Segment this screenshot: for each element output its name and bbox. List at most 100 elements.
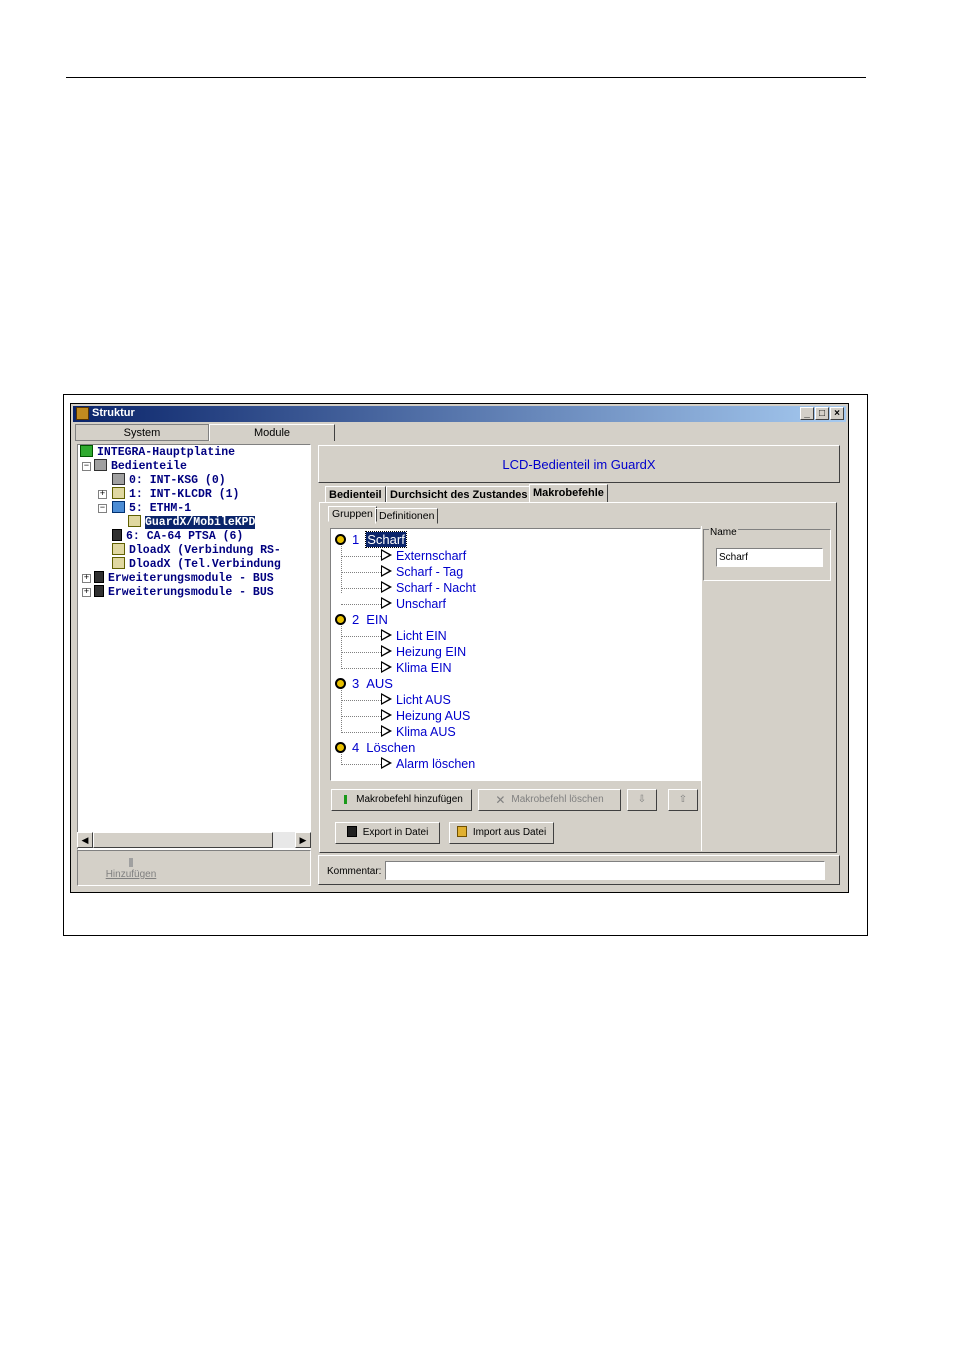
- tree-line: [341, 732, 381, 733]
- expand-icon[interactable]: +: [82, 588, 91, 597]
- keypad-icon: [112, 473, 125, 485]
- macro-item[interactable]: Klima AUS: [381, 724, 456, 740]
- minimize-button[interactable]: _: [800, 407, 814, 420]
- macro-group-2[interactable]: 2 EIN: [335, 612, 388, 628]
- tab-durchsicht[interactable]: Durchsicht des Zustandes: [386, 486, 532, 503]
- scroll-thumb[interactable]: [93, 832, 273, 848]
- import-button[interactable]: Import aus Datei: [449, 822, 554, 844]
- tab-system[interactable]: System: [75, 424, 209, 441]
- macro-item[interactable]: Licht AUS: [381, 692, 451, 708]
- tree-node-dloadx-rs[interactable]: DloadX (Verbindung RS-: [112, 543, 281, 557]
- collapse-icon[interactable]: −: [82, 462, 91, 471]
- tree-node-expanders-2[interactable]: Erweiterungsmodule - BUS: [94, 585, 274, 599]
- macro-arrow-icon: [381, 709, 392, 721]
- tree-node-ethm[interactable]: 5: ETHM-1: [112, 501, 191, 515]
- macro-item[interactable]: Heizung AUS: [381, 708, 470, 724]
- tree-line: [341, 636, 381, 637]
- tab-module[interactable]: Module: [209, 424, 335, 441]
- macro-group-1[interactable]: 1 Scharf: [335, 531, 407, 548]
- scroll-right-icon[interactable]: ▶: [295, 832, 311, 848]
- macro-arrow-icon: [381, 597, 392, 609]
- tree-node-guardx[interactable]: GuardX/MobileKPD: [128, 515, 256, 529]
- tree-node-dloadx-tel[interactable]: DloadX (Tel.Verbindung: [112, 557, 281, 571]
- ethernet-module-icon: [112, 501, 125, 513]
- tree-line: [341, 556, 381, 557]
- tree-node-ca64-ptsa[interactable]: 6: CA-64 PTSA (6): [112, 529, 243, 543]
- comment-input[interactable]: [385, 861, 825, 880]
- scroll-left-icon[interactable]: ◀: [77, 832, 93, 848]
- close-button[interactable]: ×: [830, 407, 844, 420]
- macro-item[interactable]: Alarm löschen: [381, 756, 475, 772]
- expander-icon: [94, 571, 104, 583]
- macro-item[interactable]: Scharf - Tag: [381, 564, 463, 580]
- move-down-button[interactable]: ⇩: [627, 789, 657, 811]
- macro-item[interactable]: Unscharf: [381, 596, 446, 612]
- tree-line: [341, 700, 381, 701]
- dloadx-icon: [112, 557, 125, 569]
- collapse-icon[interactable]: −: [98, 504, 107, 513]
- delete-icon: ✕: [495, 793, 506, 807]
- structure-tree[interactable]: INTEGRA-Hauptplatine − Bedienteile 0: IN…: [77, 444, 311, 850]
- tree-line: [341, 652, 381, 653]
- tree-node-expanders-1[interactable]: Erweiterungsmodule - BUS: [94, 571, 274, 585]
- tree-node-bedienteile[interactable]: Bedienteile: [94, 459, 187, 473]
- tree-line: [341, 716, 381, 717]
- group-bulb-icon: [335, 742, 346, 753]
- arrow-up-icon: ⇧: [678, 794, 688, 805]
- floppy-disk-icon: [346, 826, 357, 837]
- add-button[interactable]: Hinzufügen: [86, 852, 176, 884]
- tab-makrobefehle[interactable]: Makrobefehle: [529, 484, 608, 503]
- tree-node-int-klcdr[interactable]: 1: INT-KLCDR (1): [112, 487, 239, 501]
- struktur-window: Struktur _ □ × System Module INTEGRA-Hau…: [70, 403, 849, 893]
- virtual-keypad-icon: [128, 515, 141, 527]
- tree-line: [341, 668, 381, 669]
- macro-arrow-icon: [381, 565, 392, 577]
- keypad-group-icon: [94, 459, 107, 471]
- tree-line: [341, 764, 381, 765]
- macro-group-4[interactable]: 4 Löschen: [335, 740, 415, 756]
- window-title: Struktur: [92, 407, 135, 419]
- page-rule: [66, 77, 866, 78]
- tree-node-int-ksg[interactable]: 0: INT-KSG (0): [112, 473, 226, 487]
- group-bulb-icon: [335, 678, 346, 689]
- macro-item[interactable]: Scharf - Nacht: [381, 580, 476, 596]
- macro-groups-tree[interactable]: 1 Scharf Externscharf Scharf - Tag Scharf…: [330, 528, 701, 781]
- expand-icon[interactable]: +: [98, 490, 107, 499]
- exclamation-icon: [129, 858, 133, 867]
- group-bulb-icon: [335, 614, 346, 625]
- macro-item[interactable]: Licht EIN: [381, 628, 447, 644]
- macro-group-3[interactable]: 3 AUS: [335, 676, 393, 692]
- folder-open-icon: [456, 826, 467, 837]
- comment-label: Kommentar:: [327, 866, 382, 877]
- keypad-icon: [112, 487, 125, 499]
- macro-arrow-icon: [381, 693, 392, 705]
- move-up-button[interactable]: ⇧: [668, 789, 698, 811]
- maximize-button[interactable]: □: [815, 407, 829, 420]
- macro-item[interactable]: Heizung EIN: [381, 644, 466, 660]
- mainboard-icon: [80, 445, 93, 457]
- name-input[interactable]: [716, 548, 823, 567]
- page-title: LCD-Bedienteil im GuardX: [502, 457, 656, 472]
- tab-bedienteil[interactable]: Bedienteil: [325, 486, 386, 503]
- macro-item[interactable]: Externscharf: [381, 548, 466, 564]
- arrow-down-icon: ⇩: [637, 794, 647, 805]
- title-bar[interactable]: Struktur _ □ ×: [73, 406, 846, 422]
- panel-icon: [112, 529, 122, 541]
- add-macro-button[interactable]: Makrobefehl hinzufügen: [331, 789, 472, 811]
- macro-arrow-icon: [381, 725, 392, 737]
- subtab-gruppen[interactable]: Gruppen: [328, 506, 377, 522]
- group-bulb-icon: [335, 534, 346, 545]
- export-button[interactable]: Export in Datei: [335, 822, 440, 844]
- macro-arrow-icon: [381, 645, 392, 657]
- macro-arrow-icon: [381, 757, 392, 769]
- tree-horizontal-scrollbar[interactable]: ◀ ▶: [77, 832, 311, 848]
- app-icon: [76, 407, 89, 420]
- tree-line: [341, 604, 381, 605]
- expand-icon[interactable]: +: [82, 574, 91, 583]
- tree-node-mainboard[interactable]: INTEGRA-Hauptplatine: [80, 445, 235, 459]
- tree-line: [341, 543, 342, 593]
- delete-macro-button[interactable]: ✕ Makrobefehl löschen: [478, 789, 621, 811]
- macro-item[interactable]: Klima EIN: [381, 660, 452, 676]
- subtab-definitionen[interactable]: Definitionen: [375, 508, 439, 524]
- macro-arrow-icon: [381, 629, 392, 641]
